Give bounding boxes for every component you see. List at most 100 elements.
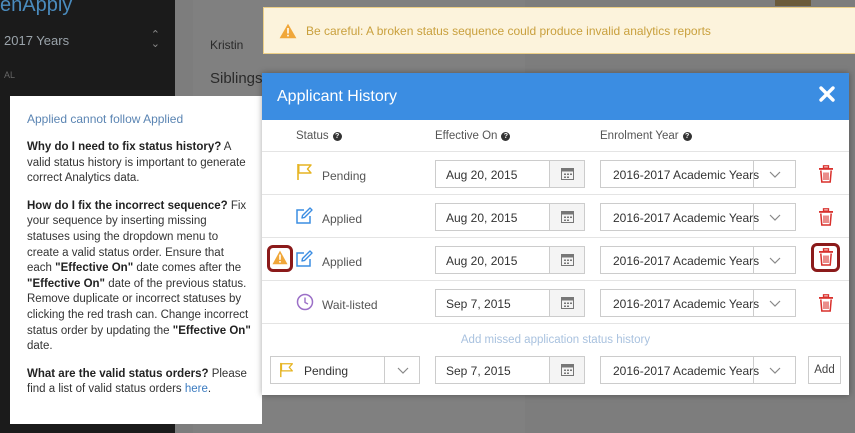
dropdown-toggle[interactable] — [753, 357, 795, 383]
help-paragraph-why: Why do I need to fix status history? A v… — [27, 140, 252, 187]
add-button[interactable]: Add — [808, 356, 841, 384]
status-label: Applied — [322, 255, 363, 269]
effective-date-field[interactable]: Aug 20, 2015 — [435, 203, 585, 231]
date-value: Aug 20, 2015 — [446, 168, 518, 182]
chevron-down-icon — [769, 257, 781, 264]
flag-icon — [297, 164, 312, 180]
help-title: Applied cannot follow Applied — [27, 112, 184, 126]
enrolment-year-select[interactable]: 2016-2017 Academic Years — [600, 246, 796, 274]
modal-title: Applicant History — [277, 88, 398, 105]
dropdown-toggle[interactable] — [384, 357, 419, 383]
warning-text: Be careful: A broken status sequence cou… — [306, 23, 711, 38]
help-emphasis: "Effective On" — [27, 277, 106, 290]
edit-icon — [296, 250, 313, 267]
help-emphasis: "Effective On" — [55, 262, 134, 275]
column-label: Enrolment Year — [600, 130, 679, 142]
column-header-status: Status? — [296, 130, 342, 142]
select-value: 2016-2017 Academic Years — [613, 364, 760, 378]
calendar-button[interactable] — [549, 161, 584, 187]
enrolment-year-select[interactable]: 2016-2017 Academic Years — [600, 289, 796, 317]
enrolment-year-select[interactable]: 2016-2017 Academic Years — [600, 203, 796, 231]
updown-chevron-icon: ⌃ ⌄ — [150, 29, 160, 50]
status-label: Pending — [322, 169, 367, 183]
date-value: Sep 7, 2015 — [446, 297, 511, 311]
trash-icon[interactable] — [818, 248, 834, 266]
enrolment-year-select[interactable]: 2016-2017 Academic Years — [600, 160, 796, 188]
trash-icon[interactable] — [818, 208, 834, 226]
status-label: Applied — [322, 212, 363, 226]
app-logo: enApply — [0, 0, 73, 16]
help-answer: date comes after the — [133, 262, 242, 275]
status-label: Wait-listed — [322, 298, 378, 312]
help-answer: date. — [27, 340, 53, 353]
chevron-down-icon — [769, 367, 781, 374]
dropdown-toggle[interactable] — [753, 247, 795, 273]
column-label: Status — [296, 130, 329, 142]
calendar-button[interactable] — [549, 247, 584, 273]
applicant-history-modal: Applicant History Status? Effective On? … — [262, 73, 849, 395]
select-value: 2016-2017 Academic Years — [613, 211, 760, 225]
select-value: 2016-2017 Academic Years — [613, 168, 760, 182]
help-question: Why do I need to fix status history? — [27, 141, 222, 153]
sidebar-label: AL — [4, 70, 16, 80]
warning-triangle-icon — [279, 23, 297, 38]
new-effective-date-field[interactable]: Sep 7, 2015 — [435, 356, 585, 384]
avatar[interactable] — [775, 0, 811, 6]
chevron-down-icon — [769, 214, 781, 221]
help-question-icon[interactable]: ? — [682, 131, 692, 141]
help-question-icon[interactable]: ? — [501, 131, 511, 141]
calendar-icon — [561, 297, 574, 309]
student-name: Kristin — [210, 38, 244, 52]
help-paragraph-orders: What are the valid status orders? Please… — [27, 367, 252, 398]
calendar-button[interactable] — [549, 204, 584, 230]
row-divider — [262, 151, 849, 152]
calendar-button[interactable] — [549, 290, 584, 316]
effective-date-field[interactable]: Aug 20, 2015 — [435, 246, 585, 274]
add-missed-history-link[interactable]: Add missed application status history — [262, 334, 849, 346]
row-divider — [262, 237, 849, 238]
effective-date-field[interactable]: Aug 20, 2015 — [435, 160, 585, 188]
row-divider — [262, 194, 849, 195]
edit-icon — [296, 207, 313, 224]
help-question-icon[interactable]: ? — [332, 131, 342, 141]
warning-triangle-icon[interactable] — [272, 250, 288, 265]
date-value: Aug 20, 2015 — [446, 254, 518, 268]
calendar-icon — [561, 254, 574, 266]
help-panel: Applied cannot follow Applied Why do I n… — [10, 96, 262, 424]
date-value: Sep 7, 2015 — [446, 364, 511, 378]
chevron-down-icon — [769, 300, 781, 307]
select-value: 2016-2017 Academic Years — [613, 297, 760, 311]
dropdown-toggle[interactable] — [753, 204, 795, 230]
chevron-down-icon — [769, 171, 781, 178]
row-divider — [262, 323, 849, 324]
year-selector[interactable]: 2017 Years ⌃ ⌄ — [4, 29, 164, 53]
help-question: What are the valid status orders? — [27, 367, 209, 380]
new-status-select[interactable]: Pending — [270, 356, 420, 384]
status-orders-link[interactable]: here — [185, 383, 208, 395]
modal-header: Applicant History — [262, 73, 849, 120]
column-header-effective-on: Effective On? — [435, 130, 511, 142]
calendar-icon — [561, 364, 574, 376]
warning-banner: Be careful: A broken status sequence cou… — [263, 7, 855, 54]
trash-icon[interactable] — [818, 165, 834, 183]
dropdown-toggle[interactable] — [753, 161, 795, 187]
row-divider — [262, 280, 849, 281]
chevron-down-icon — [397, 367, 409, 374]
column-label: Effective On — [435, 130, 498, 142]
effective-date-field[interactable]: Sep 7, 2015 — [435, 289, 585, 317]
invalid-status-highlight — [267, 245, 293, 272]
date-value: Aug 20, 2015 — [446, 211, 518, 225]
help-question: How do I fix the incorrect sequence? — [27, 199, 228, 212]
trash-highlight — [811, 243, 840, 272]
calendar-button[interactable] — [549, 357, 584, 383]
siblings-heading: Siblings — [210, 70, 263, 87]
new-enrolment-year-select[interactable]: 2016-2017 Academic Years — [600, 356, 796, 384]
flag-icon — [280, 362, 293, 378]
dropdown-toggle[interactable] — [753, 290, 795, 316]
help-paragraph-how: How do I fix the incorrect sequence? Fix… — [27, 199, 252, 355]
close-icon[interactable] — [818, 85, 836, 103]
year-selector-label: 2017 Years — [4, 33, 70, 48]
calendar-icon — [561, 168, 574, 180]
select-value: Pending — [304, 364, 349, 378]
trash-icon[interactable] — [818, 294, 834, 312]
